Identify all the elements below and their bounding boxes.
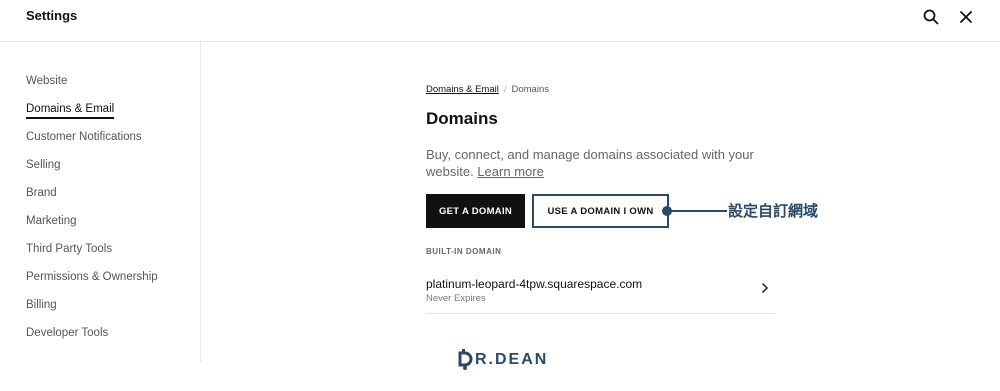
learn-more-link[interactable]: Learn more (477, 164, 543, 179)
close-icon[interactable] (958, 9, 974, 25)
breadcrumb-current: Domains (511, 84, 550, 95)
sidebar-nav: Website Domains & Email Customer Notific… (0, 42, 201, 362)
sidebar-item-customer-notifications[interactable]: Customer Notifications (26, 131, 142, 143)
sidebar-item-third-party-tools[interactable]: Third Party Tools (26, 243, 112, 255)
page-title: Domains (426, 109, 498, 128)
annotation-line (665, 210, 727, 212)
chevron-right-icon (759, 282, 771, 294)
sidebar-item-marketing[interactable]: Marketing (26, 215, 77, 227)
sidebar-item-developer-tools[interactable]: Developer Tools (26, 327, 108, 339)
sidebar-item-selling[interactable]: Selling (26, 159, 61, 171)
watermark-text: R.DEAN (475, 351, 549, 368)
sidebar-item-website[interactable]: Website (26, 75, 67, 87)
top-bar: Settings (0, 0, 1000, 42)
domain-row[interactable]: platinum-leopard-4tpw.squarespace.com Ne… (426, 269, 775, 314)
sidebar-item-billing[interactable]: Billing (26, 299, 57, 311)
domain-status: Never Expires (426, 293, 486, 304)
sidebar-item-permissions-ownership[interactable]: Permissions & Ownership (26, 271, 158, 283)
use-domain-button[interactable]: USE A DOMAIN I OWN (532, 194, 669, 228)
dr-dean-logo-icon (457, 349, 473, 371)
annotation-dot (662, 206, 672, 216)
app-title: Settings (26, 8, 78, 23)
search-icon[interactable] (923, 9, 939, 25)
breadcrumb: Domains & Email / Domains (426, 84, 549, 95)
section-label-built-in-domain: BUILT-IN DOMAIN (426, 247, 502, 256)
page-description: Buy, connect, and manage domains associa… (426, 146, 786, 180)
description-text: Buy, connect, and manage domains associa… (426, 147, 754, 179)
sidebar-item-brand[interactable]: Brand (26, 187, 57, 199)
domain-name: platinum-leopard-4tpw.squarespace.com (426, 277, 643, 291)
annotation-label: 設定自訂網域 (728, 202, 819, 220)
dr-dean-logo: R.DEAN (457, 347, 548, 373)
sidebar-item-domains-email[interactable]: Domains & Email (26, 103, 115, 119)
breadcrumb-link-domains-email[interactable]: Domains & Email (426, 84, 499, 95)
get-domain-button[interactable]: GET A DOMAIN (426, 194, 525, 228)
main-content: Domains & Email / Domains Domains Buy, con… (201, 42, 1000, 391)
breadcrumb-separator: / (503, 84, 507, 95)
